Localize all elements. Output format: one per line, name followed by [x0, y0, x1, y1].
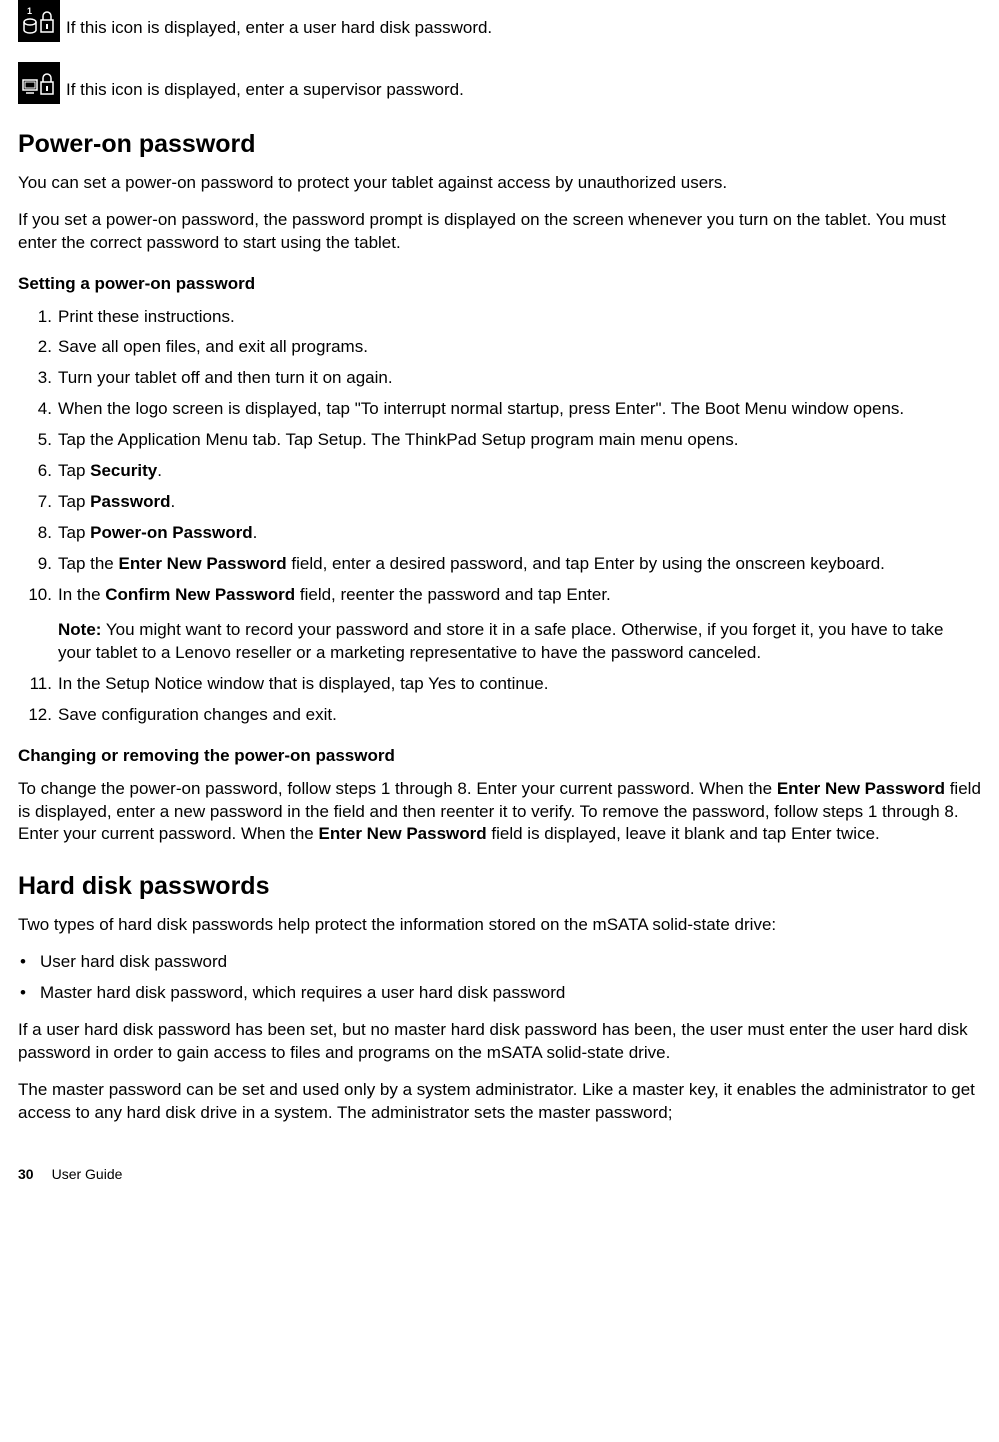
- step-10-note-label: Note:: [58, 620, 101, 639]
- icon-row-supervisor: If this icon is displayed, enter a super…: [18, 62, 981, 104]
- hdd-p3: The master password can be set and used …: [18, 1079, 981, 1125]
- changing-paragraph: To change the power-on password, follow …: [18, 778, 981, 847]
- footer-title: User Guide: [52, 1166, 123, 1182]
- step-6-post: .: [157, 461, 162, 480]
- step-12-text: Save configuration changes and exit.: [58, 705, 337, 724]
- step-2-text: Save all open files, and exit all progra…: [58, 337, 368, 356]
- supervisor-password-icon: [18, 62, 60, 104]
- steps-list: Print these instructions. Save all open …: [18, 306, 981, 727]
- step-10-note: Note: You might want to record your pass…: [58, 619, 981, 665]
- changing-b2: Enter New Password: [318, 824, 486, 843]
- step-6-b: Security: [90, 461, 157, 480]
- step-5-text: Tap the Application Menu tab. Tap Setup.…: [58, 430, 738, 449]
- user-hdd-password-icon: 1: [18, 0, 60, 42]
- hdd-bullet-1: User hard disk password: [18, 951, 981, 974]
- step-9: Tap the Enter New Password field, enter …: [28, 553, 981, 576]
- icon-row-user-hdd-text: If this icon is displayed, enter a user …: [66, 17, 492, 42]
- step-6: Tap Security.: [28, 460, 981, 483]
- step-2: Save all open files, and exit all progra…: [28, 336, 981, 359]
- step-12: Save configuration changes and exit.: [28, 704, 981, 727]
- step-7: Tap Password.: [28, 491, 981, 514]
- changing-b1: Enter New Password: [777, 779, 945, 798]
- step-8-b: Power-on Password: [90, 523, 252, 542]
- step-10-note-text: You might want to record your password a…: [58, 620, 943, 662]
- icon-row-user-hdd: 1 If this icon is displayed, enter a use…: [18, 0, 981, 42]
- step-11-text: In the Setup Notice window that is displ…: [58, 674, 549, 693]
- poweron-p1: You can set a power-on password to prote…: [18, 172, 981, 195]
- step-8-pre: Tap: [58, 523, 90, 542]
- page-number: 30: [18, 1166, 34, 1182]
- hdd-bullet-2: Master hard disk password, which require…: [18, 982, 981, 1005]
- step-3: Turn your tablet off and then turn it on…: [28, 367, 981, 390]
- page-footer: 30 User Guide: [18, 1165, 981, 1184]
- step-9-pre: Tap the: [58, 554, 119, 573]
- step-1-text: Print these instructions.: [58, 307, 235, 326]
- step-10: In the Confirm New Password field, reent…: [28, 584, 981, 665]
- hdd-bullets: User hard disk password Master hard disk…: [18, 951, 981, 1005]
- step-9-post: field, enter a desired password, and tap…: [287, 554, 885, 573]
- step-4-text: When the logo screen is displayed, tap "…: [58, 399, 904, 418]
- hdd-bullet-1-text: User hard disk password: [40, 952, 227, 971]
- changing-pre: To change the power-on password, follow …: [18, 779, 777, 798]
- heading-hdd: Hard disk passwords: [18, 870, 981, 904]
- step-8: Tap Power-on Password.: [28, 522, 981, 545]
- step-6-pre: Tap: [58, 461, 90, 480]
- subhead-changing: Changing or removing the power-on passwo…: [18, 745, 981, 768]
- icon-row-supervisor-text: If this icon is displayed, enter a super…: [66, 79, 464, 104]
- step-7-pre: Tap: [58, 492, 90, 511]
- changing-post: field is displayed, leave it blank and t…: [487, 824, 880, 843]
- step-7-post: .: [170, 492, 175, 511]
- step-10-pre: In the: [58, 585, 105, 604]
- step-11: In the Setup Notice window that is displ…: [28, 673, 981, 696]
- step-10-b: Confirm New Password: [105, 585, 295, 604]
- hdd-p1: Two types of hard disk passwords help pr…: [18, 914, 981, 937]
- subhead-setting: Setting a power-on password: [18, 273, 981, 296]
- step-4: When the logo screen is displayed, tap "…: [28, 398, 981, 421]
- hdd-p2: If a user hard disk password has been se…: [18, 1019, 981, 1065]
- step-3-text: Turn your tablet off and then turn it on…: [58, 368, 393, 387]
- step-7-b: Password: [90, 492, 170, 511]
- hdd-bullet-2-text: Master hard disk password, which require…: [40, 983, 565, 1002]
- step-5: Tap the Application Menu tab. Tap Setup.…: [28, 429, 981, 452]
- poweron-p2: If you set a power-on password, the pass…: [18, 209, 981, 255]
- step-1: Print these instructions.: [28, 306, 981, 329]
- step-8-post: .: [253, 523, 258, 542]
- step-9-b: Enter New Password: [119, 554, 287, 573]
- heading-poweron: Power-on password: [18, 128, 981, 162]
- svg-text:1: 1: [27, 6, 32, 16]
- step-10-post: field, reenter the password and tap Ente…: [295, 585, 611, 604]
